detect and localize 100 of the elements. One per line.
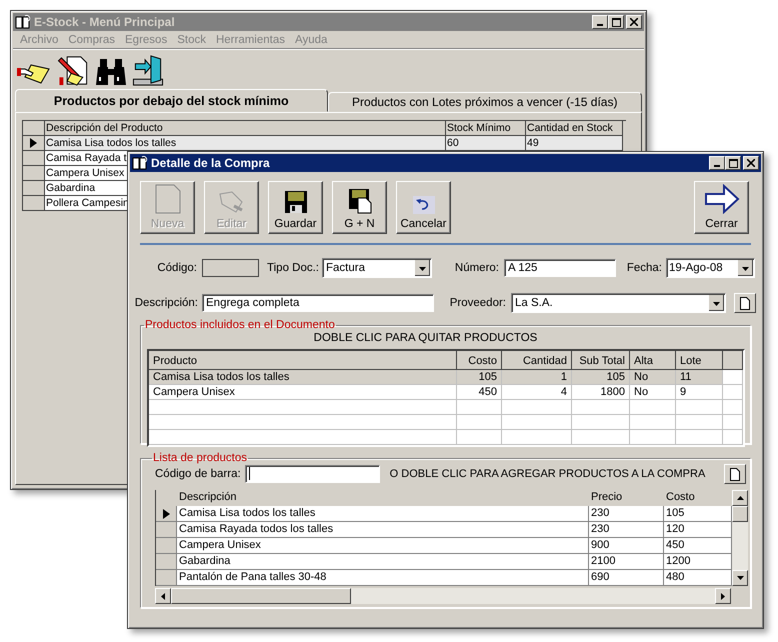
- table-cell: 120: [664, 522, 732, 538]
- table-cell: 105: [457, 370, 502, 385]
- book-icon: [132, 156, 148, 170]
- scroll-right-button[interactable]: [715, 588, 731, 604]
- vertical-scrollbar[interactable]: [732, 490, 748, 586]
- date-dropdown[interactable]: 19-Ago-08: [666, 258, 755, 278]
- instruction-text: O DOBLE CLIC PARA AGREGAR PRODUCTOS A LA COMPRA: [390, 468, 706, 480]
- table-cell: [723, 400, 743, 415]
- dropdown-icon: [738, 260, 753, 276]
- row-header[interactable]: [23, 151, 45, 166]
- toolbar-button[interactable]: G + N: [332, 181, 387, 234]
- toolbar-button[interactable]: Cancelar: [396, 181, 451, 234]
- left-arrow-icon: [161, 592, 165, 600]
- table-cell: [630, 400, 676, 415]
- table-cell: Pantalón de Pana talles 30-48: [177, 570, 589, 586]
- table-cell: 9: [676, 385, 723, 400]
- hand-icon: [218, 190, 246, 214]
- table-cell: 1200: [664, 554, 732, 570]
- table-cell: [457, 430, 502, 445]
- scroll-thumb[interactable]: [732, 506, 748, 522]
- row-header[interactable]: [23, 196, 45, 211]
- maximize-button[interactable]: [725, 156, 741, 170]
- table-cell: [676, 430, 723, 445]
- floppy-page-icon: [348, 188, 372, 214]
- table-cell: [572, 400, 630, 415]
- new-document-button[interactable]: [734, 293, 756, 313]
- scroll-down-button[interactable]: [732, 570, 748, 586]
- column-header: Lote: [676, 351, 723, 370]
- table-cell: [630, 415, 676, 430]
- group-title: Productos incluidos en el Documento: [144, 319, 336, 331]
- table-cell: 480: [664, 570, 732, 586]
- exit-door-icon[interactable]: [131, 54, 165, 87]
- table-cell: [457, 415, 502, 430]
- table-cell: [676, 415, 723, 430]
- row-header[interactable]: [156, 506, 177, 522]
- page-icon: [154, 184, 180, 214]
- row-header[interactable]: [23, 136, 45, 151]
- table-cell: 11: [676, 370, 723, 385]
- new-document-button[interactable]: [724, 464, 746, 484]
- table-cell: 105: [572, 370, 630, 385]
- close-button[interactable]: [626, 15, 642, 29]
- column-header: Stock Mínimo: [446, 121, 526, 136]
- table-cell: 60: [446, 136, 526, 151]
- table-cell: [572, 415, 630, 430]
- table-cell: [502, 415, 572, 430]
- table-cell: Campera Unisex: [177, 538, 589, 554]
- number-field[interactable]: A 125: [504, 259, 616, 277]
- field-label: Fecha:: [626, 262, 662, 274]
- table-cell: 230: [589, 522, 664, 538]
- field-label: Código de barra:: [155, 468, 241, 480]
- table-cell: Camisa Lisa todos los talles: [149, 370, 457, 385]
- window-title: E-Stock - Menú Principal: [34, 15, 175, 29]
- table-cell: [723, 430, 743, 445]
- table-cell: Camisa Rayada todos los talles: [177, 522, 589, 538]
- row-pointer-icon: [162, 508, 170, 518]
- minimize-button[interactable]: [709, 156, 725, 170]
- down-arrow-icon: [736, 576, 744, 580]
- column-header: Sub Total: [572, 351, 630, 370]
- close-button[interactable]: [743, 156, 759, 170]
- maximize-button[interactable]: [608, 15, 624, 29]
- table-cell: 230: [589, 506, 664, 522]
- binoculars-icon[interactable]: [95, 57, 127, 87]
- table-cell: Camisa Lisa todos los talles: [45, 136, 446, 151]
- scroll-thumb[interactable]: [171, 588, 351, 604]
- right-arrow-icon: [721, 592, 725, 600]
- code-field[interactable]: [202, 259, 259, 277]
- barcode-field[interactable]: [244, 465, 380, 483]
- description-field[interactable]: Engrega completa: [202, 294, 434, 312]
- horizontal-scrollbar[interactable]: [155, 588, 731, 604]
- table-cell: Gabardina: [177, 554, 589, 570]
- row-header[interactable]: [23, 181, 45, 196]
- page-icon: [740, 296, 750, 310]
- close-icon: [747, 159, 755, 167]
- toolbar-button[interactable]: Guardar: [268, 181, 323, 234]
- table-cell: 1800: [572, 385, 630, 400]
- field-label: Tipo Doc.:: [266, 262, 319, 274]
- table-cell: 2100: [589, 554, 664, 570]
- table-cell: 450: [664, 538, 732, 554]
- scroll-left-button[interactable]: [155, 588, 171, 604]
- table-cell: [630, 430, 676, 445]
- tab[interactable]: Productos con Lotes próximos a vencer (-15 días): [328, 92, 642, 112]
- row-header[interactable]: [23, 166, 45, 181]
- minimize-button[interactable]: [592, 15, 608, 29]
- table-cell: [572, 430, 630, 445]
- field-label: Descripción:: [134, 297, 198, 309]
- column-header: Descripción del Producto: [45, 121, 446, 136]
- table-cell: Camisa Lisa todos los talles: [177, 506, 589, 522]
- close-window-button[interactable]: Cerrar: [694, 181, 749, 234]
- table-cell: [502, 430, 572, 445]
- arrow-icon: [704, 184, 740, 214]
- scroll-up-button[interactable]: [732, 490, 748, 506]
- table-cell: [723, 415, 743, 430]
- supplier-dropdown[interactable]: La S.A.: [511, 293, 726, 313]
- table-cell: 690: [589, 570, 664, 586]
- row-pointer-icon: [30, 138, 37, 148]
- instruction-text: DOBLE CLIC PARA QUITAR PRODUCTOS: [312, 332, 538, 344]
- tab[interactable]: Productos por debajo del stock mínimo: [15, 89, 328, 112]
- column-header: Producto: [149, 351, 457, 370]
- document-type-dropdown[interactable]: Factura: [322, 258, 432, 278]
- maximize-icon: [728, 158, 738, 168]
